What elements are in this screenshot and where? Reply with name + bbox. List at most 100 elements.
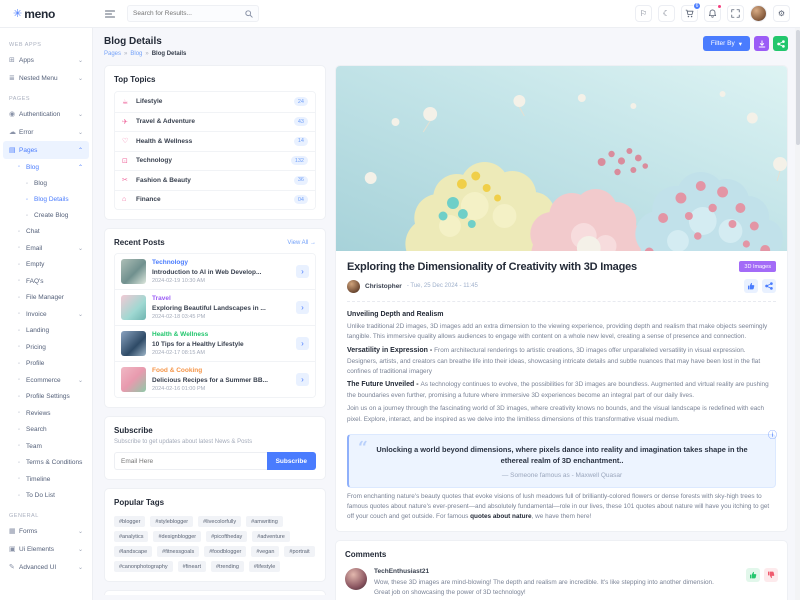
tag-pill[interactable]: #portrait	[284, 546, 314, 557]
post-category: Health & Wellness	[152, 331, 290, 338]
tag-pill[interactable]: #landscape	[114, 546, 152, 557]
sidebar-item[interactable]: ◦ Search	[0, 422, 92, 439]
recent-post-item[interactable]: Technology Introduction to AI in Web Dev…	[115, 254, 315, 289]
recent-post-item[interactable]: Health & Wellness 10 Tips for a Healthy …	[115, 325, 315, 361]
dark-mode-icon[interactable]: ☾	[658, 5, 675, 22]
post-open-chevron[interactable]: ›	[296, 265, 309, 278]
sidebar-item[interactable]: ▤ Pages ⌃	[3, 141, 89, 159]
sidebar-item[interactable]: ◦ Invoice ⌄	[0, 306, 92, 323]
info-icon[interactable]: ⓘ	[768, 428, 777, 441]
sidebar-item[interactable]: ◦ Profile Settings	[0, 389, 92, 406]
sidebar-item[interactable]: ◦ To Do List	[0, 488, 92, 505]
topic-item[interactable]: ⌂ Finance 04	[115, 190, 315, 210]
topic-count-badge: 24	[294, 97, 308, 106]
breadcrumb-link[interactable]: Blog	[130, 51, 142, 57]
page-scrollbar[interactable]	[795, 28, 800, 600]
like-button[interactable]	[744, 279, 758, 293]
sidebar-item[interactable]: ◦ File Manager	[0, 290, 92, 307]
app-logo[interactable]: ✳ meno	[0, 7, 93, 21]
filter-by-button[interactable]: Filter By ▾	[703, 36, 750, 51]
tag-pill[interactable]: #fitnessgoals	[157, 546, 199, 557]
quote-text: Unlocking a world beyond dimensions, whe…	[375, 444, 749, 466]
thumbs-down-button[interactable]	[764, 568, 778, 582]
sidebar-item[interactable]: ◦ Create Blog	[0, 208, 92, 224]
topic-item[interactable]: ⊡ Technology 132	[115, 151, 315, 171]
sidebar-item[interactable]: ◦ Email ⌄	[0, 240, 92, 257]
sidebar-item[interactable]: ◦ Blog Details	[0, 192, 92, 208]
topic-item[interactable]: ✈ Travel & Adventure 43	[115, 112, 315, 132]
download-button[interactable]	[754, 36, 769, 51]
topic-item[interactable]: ✂ Fashion & Beauty 36	[115, 170, 315, 190]
commenter-name: TechEnthusiast21	[374, 568, 739, 575]
subscribe-button[interactable]: Subscribe	[267, 452, 316, 470]
tag-pill[interactable]: #amwriting	[246, 516, 283, 527]
post-date: 2024-02-16 01:00 PM	[152, 386, 290, 392]
sidebar-item[interactable]: ◦ Empty	[0, 257, 92, 274]
notifications-bell-icon[interactable]	[704, 5, 721, 22]
scrollbar-thumb[interactable]	[796, 30, 800, 145]
sidebar-item[interactable]: ◉ Authentication ⌄	[0, 105, 92, 123]
sidebar-item[interactable]: ◦ FAQ's	[0, 273, 92, 290]
post-open-chevron[interactable]: ›	[296, 373, 309, 386]
sidebar-item[interactable]: ≣ Nested Menu ⌄	[0, 69, 92, 87]
settings-gear-icon[interactable]: ⚙	[773, 5, 790, 22]
thumbs-up-button[interactable]	[746, 568, 760, 582]
sidebar-item[interactable]: ✎ Advanced UI ⌄	[0, 558, 92, 576]
language-icon[interactable]: ⚐	[635, 5, 652, 22]
sidebar-item[interactable]: ◦ Ecommerce ⌄	[0, 372, 92, 389]
sidebar-item[interactable]: ⊞ Apps ⌄	[0, 51, 92, 69]
tag-pill[interactable]: #styleblogger	[150, 516, 193, 527]
top-topics-title: Top Topics	[114, 75, 316, 84]
tag-pill[interactable]: #adventure	[252, 531, 290, 542]
post-open-chevron[interactable]: ›	[296, 301, 309, 314]
sidebar-item[interactable]: ◦ Pricing	[0, 339, 92, 356]
sidebar-item[interactable]: PAGES	[0, 92, 92, 105]
sidebar-item[interactable]: ▦ Forms ⌄	[0, 522, 92, 540]
tag-pill[interactable]: #livecolorfully	[198, 516, 241, 527]
sidebar-item[interactable]: ◦ Chat	[0, 224, 92, 241]
breadcrumb-link[interactable]: Blog Details	[152, 51, 187, 57]
tag-pill[interactable]: #vegan	[251, 546, 279, 557]
topic-count-badge: 14	[294, 137, 308, 146]
sidebar-item[interactable]: ◦ Team	[0, 438, 92, 455]
sidebar-item-icon: ✎	[9, 563, 19, 571]
sidebar-item[interactable]: ◦ Reviews	[0, 405, 92, 422]
tag-pill[interactable]: #designblogger	[153, 531, 201, 542]
breadcrumb-link[interactable]: Pages	[104, 51, 121, 57]
sidebar-item[interactable]: ◦ Profile	[0, 356, 92, 373]
tag-pill[interactable]: #blogger	[114, 516, 145, 527]
sidebar-item-label: Advanced UI	[19, 564, 78, 571]
sidebar-item[interactable]: WEB APPS	[0, 38, 92, 51]
tag-pill[interactable]: #canonphotography	[114, 561, 173, 572]
search-icon[interactable]	[245, 10, 253, 18]
tag-pill[interactable]: #lifestyle	[249, 561, 280, 572]
sidebar-item[interactable]: ☁ Error ⌄	[0, 123, 92, 141]
search-input[interactable]	[133, 10, 241, 17]
share-mini-button[interactable]	[762, 279, 776, 293]
menu-toggle-icon[interactable]	[103, 7, 117, 21]
sidebar-item[interactable]: ▣ Ui Elements ⌄	[0, 540, 92, 558]
tag-pill[interactable]: #fineart	[178, 561, 206, 572]
sidebar-item[interactable]: ◦ Terms & Conditions	[0, 455, 92, 472]
sidebar-item[interactable]: ◦ Blog	[0, 176, 92, 192]
fullscreen-icon[interactable]	[727, 5, 744, 22]
sidebar-item[interactable]: ◦ Timeline	[0, 471, 92, 488]
sidebar-item[interactable]: GENERAL	[0, 509, 92, 522]
view-all-link[interactable]: View All →	[287, 240, 316, 246]
tag-pill[interactable]: #trending	[211, 561, 244, 572]
tag-pill[interactable]: #picoftheday	[206, 531, 247, 542]
recent-post-item[interactable]: Travel Exploring Beautiful Landscapes in…	[115, 289, 315, 325]
cart-icon[interactable]: 6	[681, 5, 698, 22]
topic-item[interactable]: ♡ Health & Wellness 14	[115, 131, 315, 151]
recent-post-item[interactable]: Food & Cooking Delicious Recipes for a S…	[115, 361, 315, 397]
topic-item[interactable]: ☕ Lifestyle 24	[115, 92, 315, 112]
sidebar-item-icon: ◦	[18, 278, 26, 284]
post-open-chevron[interactable]: ›	[296, 337, 309, 350]
sidebar-item[interactable]: ◦ Landing	[0, 323, 92, 340]
email-field[interactable]	[114, 452, 267, 470]
sidebar-item[interactable]: ◦ Blog ⌃	[0, 159, 92, 176]
share-button[interactable]	[773, 36, 788, 51]
user-avatar[interactable]	[750, 5, 767, 22]
tag-pill[interactable]: #foodblogger	[204, 546, 246, 557]
tag-pill[interactable]: #analytics	[114, 531, 148, 542]
